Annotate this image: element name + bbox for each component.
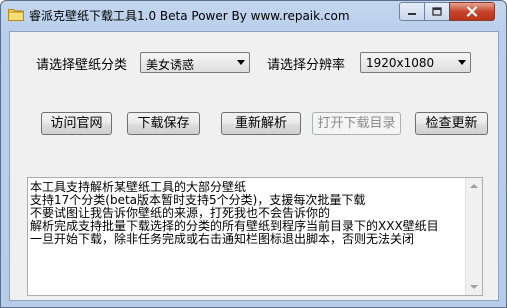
close-icon — [466, 6, 478, 17]
info-textarea[interactable]: 本工具支持解析某壁纸工具的大部分壁纸 支持17个分类(beta版本暂时支持5个分… — [27, 177, 483, 296]
resolution-label: 请选择分辨率 — [267, 58, 346, 73]
download-save-button[interactable]: 下载保存 — [127, 112, 200, 135]
client-area: 请选择壁纸分类 美女诱惑 请选择分辨率 1920x1080 访问官网 下载保存 … — [9, 31, 499, 301]
app-window: 睿派克壁纸下载工具1.0 Beta Power By www.repaik.co… — [0, 0, 507, 308]
maximize-icon — [432, 7, 442, 16]
folder-icon — [8, 9, 24, 21]
category-value: 美女诱惑 — [146, 58, 195, 72]
minimize-button[interactable] — [399, 2, 425, 21]
check-update-button[interactable]: 检查更新 — [415, 112, 488, 135]
info-line: 一旦开始下载，除非任务完成或右击通知栏图标退出脚本，否则无法关闭 — [30, 232, 415, 246]
close-button[interactable] — [449, 2, 495, 21]
maximize-button[interactable] — [424, 2, 450, 21]
window-title: 睿派克壁纸下载工具1.0 Beta Power By www.repaik.co… — [29, 9, 350, 23]
scroll-up-icon[interactable] — [470, 184, 478, 188]
chevron-down-icon — [237, 60, 245, 65]
scroll-down-icon[interactable] — [470, 285, 478, 289]
chevron-down-icon — [458, 60, 466, 65]
reparse-button[interactable]: 重新解析 — [221, 112, 301, 135]
resolution-value: 1920x1080 — [366, 56, 435, 70]
title-bar[interactable]: 睿派克壁纸下载工具1.0 Beta Power By www.repaik.co… — [1, 1, 506, 29]
vertical-scrollbar[interactable] — [465, 178, 482, 295]
category-select[interactable]: 美女诱惑 — [140, 52, 250, 73]
minimize-icon — [408, 12, 416, 15]
visit-site-button[interactable]: 访问官网 — [41, 112, 112, 135]
resolution-select[interactable]: 1920x1080 — [360, 52, 471, 73]
category-label: 请选择壁纸分类 — [36, 58, 128, 73]
open-download-dir-button[interactable]: 打开下载目录 — [312, 112, 401, 135]
